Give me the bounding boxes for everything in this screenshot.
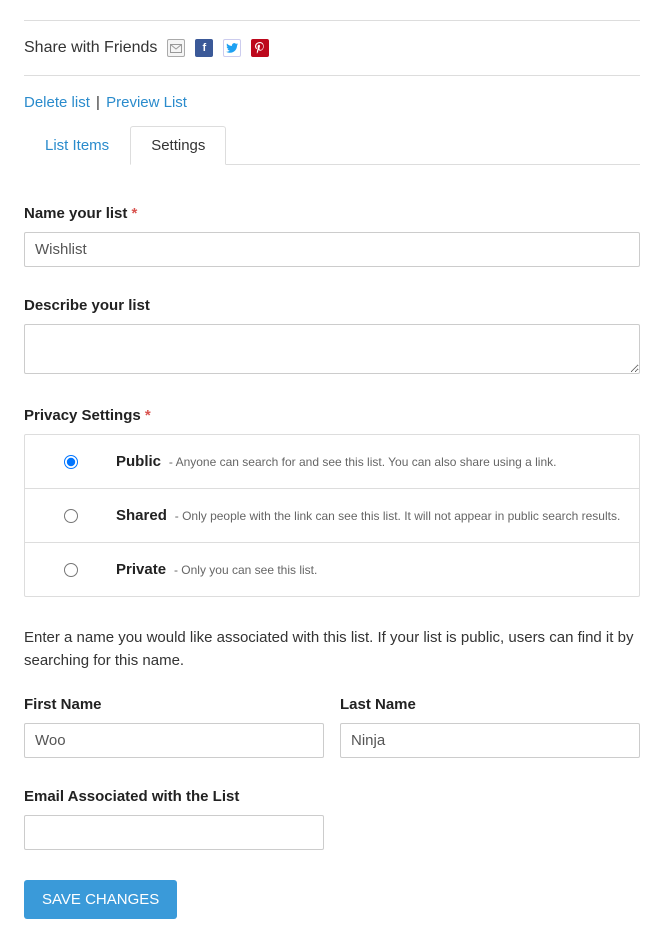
last-name-input[interactable] bbox=[340, 723, 640, 758]
email-label: Email Associated with the List bbox=[24, 788, 640, 805]
preview-list-link[interactable]: Preview List bbox=[106, 94, 187, 111]
first-name-col: First Name bbox=[24, 696, 324, 758]
describe-textarea[interactable] bbox=[24, 324, 640, 374]
privacy-radio-public[interactable] bbox=[64, 455, 78, 469]
name-input[interactable] bbox=[24, 232, 640, 267]
privacy-public-desc: - Anyone can search for and see this lis… bbox=[169, 455, 557, 469]
privacy-private-desc: - Only you can see this list. bbox=[174, 563, 317, 577]
name-label: Name your list * bbox=[24, 205, 640, 222]
pinterest-icon[interactable] bbox=[251, 39, 269, 57]
name-help-text: Enter a name you would like associated w… bbox=[24, 627, 640, 672]
privacy-private-title: Private bbox=[116, 561, 166, 578]
divider-share bbox=[24, 75, 640, 76]
privacy-label: Privacy Settings * bbox=[24, 407, 640, 424]
email-icon[interactable] bbox=[167, 39, 185, 57]
last-name-label: Last Name bbox=[340, 696, 640, 713]
tab-list-items[interactable]: List Items bbox=[24, 126, 130, 165]
last-name-col: Last Name bbox=[340, 696, 640, 758]
tabs: List Items Settings bbox=[24, 125, 640, 165]
twitter-icon[interactable] bbox=[223, 39, 241, 57]
privacy-row-shared: Shared - Only people with the link can s… bbox=[25, 489, 639, 543]
action-links: Delete list | Preview List bbox=[24, 86, 640, 125]
required-star: * bbox=[132, 205, 138, 222]
first-name-label: First Name bbox=[24, 696, 324, 713]
privacy-radio-shared[interactable] bbox=[64, 509, 78, 523]
divider-top bbox=[24, 20, 640, 21]
privacy-radio-private[interactable] bbox=[64, 563, 78, 577]
email-group: Email Associated with the List bbox=[24, 788, 640, 850]
required-star: * bbox=[145, 407, 151, 424]
tab-settings[interactable]: Settings bbox=[130, 126, 226, 165]
name-row: First Name Last Name bbox=[24, 696, 640, 758]
privacy-row-public: Public - Anyone can search for and see t… bbox=[25, 435, 639, 489]
name-group: Name your list * bbox=[24, 205, 640, 267]
privacy-shared-title: Shared bbox=[116, 507, 167, 524]
share-row: Share with Friends f bbox=[24, 31, 640, 65]
privacy-table: Public - Anyone can search for and see t… bbox=[24, 434, 640, 597]
save-button[interactable]: SAVE CHANGES bbox=[24, 880, 177, 919]
delete-list-link[interactable]: Delete list bbox=[24, 94, 90, 111]
share-label: Share with Friends bbox=[24, 39, 157, 57]
link-separator: | bbox=[94, 94, 102, 111]
privacy-public-title: Public bbox=[116, 453, 161, 470]
privacy-group: Privacy Settings * Public - Anyone can s… bbox=[24, 407, 640, 597]
privacy-shared-desc: - Only people with the link can see this… bbox=[175, 509, 621, 523]
facebook-icon[interactable]: f bbox=[195, 39, 213, 57]
describe-group: Describe your list bbox=[24, 297, 640, 377]
first-name-input[interactable] bbox=[24, 723, 324, 758]
privacy-row-private: Private - Only you can see this list. bbox=[25, 543, 639, 596]
email-input[interactable] bbox=[24, 815, 324, 850]
describe-label: Describe your list bbox=[24, 297, 640, 314]
